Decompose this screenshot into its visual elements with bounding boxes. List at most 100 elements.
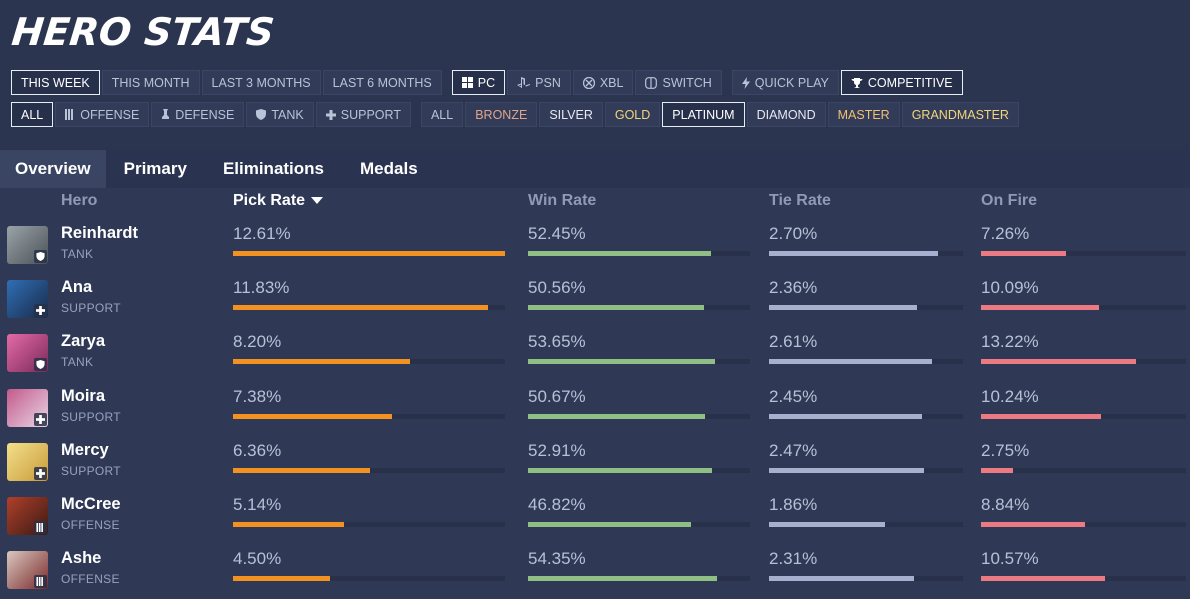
hero-name[interactable]: Zarya xyxy=(61,332,105,351)
filter-time-this-week-label: THIS WEEK xyxy=(21,75,90,90)
stat-pick-bar-fill xyxy=(233,413,393,419)
offense-icon xyxy=(34,575,47,589)
filter-rank-diamond[interactable]: DIAMOND xyxy=(746,102,826,127)
hero-name[interactable]: Mercy xyxy=(61,441,109,460)
table-row[interactable]: Reinhardt TANK 12.61% 52.45% 2.70% 7.26% xyxy=(0,224,1190,280)
filter-rank-platinum-label: PLATINUM xyxy=(672,107,735,122)
stat-tie-bar xyxy=(769,305,963,311)
filter-rank-grandmaster[interactable]: GRANDMASTER xyxy=(901,102,1019,127)
stat-win-bar-fill xyxy=(528,467,713,473)
stat-fire-bar xyxy=(981,359,1186,365)
stat-fire-value: 10.57% xyxy=(981,549,1039,569)
stat-win-value: 52.91% xyxy=(528,440,586,460)
plus-icon xyxy=(34,466,47,480)
tab-overview[interactable]: Overview xyxy=(0,150,106,188)
tab-eliminations[interactable]: Eliminations xyxy=(205,150,342,188)
stat-tie-value: 2.31% xyxy=(769,549,818,569)
filter-role-offense[interactable]: OFFENSE xyxy=(55,102,150,127)
stat-fire-bar-fill xyxy=(981,251,1067,256)
stat-pick-bar-fill xyxy=(233,522,344,527)
stat-tie-bar-fill xyxy=(769,305,917,311)
stat-tie-bar-fill xyxy=(769,576,914,582)
filter-platform-xbl[interactable]: XBL xyxy=(572,70,634,95)
filter-time-this-week[interactable]: THIS WEEK xyxy=(11,70,100,95)
filter-platform-switch[interactable]: SWITCH xyxy=(635,70,722,95)
filter-mode-competitive-label: COMPETITIVE xyxy=(867,75,953,90)
page-title: HERO STATS xyxy=(9,10,277,54)
hero-name[interactable]: Reinhardt xyxy=(61,224,138,243)
stat-fire-bar xyxy=(981,522,1186,527)
stat-pick-bar-fill xyxy=(233,359,410,365)
stats-tabs: Overview Primary Eliminations Medals xyxy=(0,150,1190,188)
stat-tie-bar xyxy=(769,522,963,527)
table-row[interactable]: Zarya TANK 8.20% 53.65% 2.61% 13.22% xyxy=(0,332,1190,388)
filter-role-defense[interactable]: DEFENSE xyxy=(151,102,245,127)
column-header-hero[interactable]: Hero xyxy=(61,192,97,210)
filter-platform-psn[interactable]: PSN xyxy=(507,70,571,95)
hero-name[interactable]: Ana xyxy=(61,278,92,297)
stat-tie-value: 2.61% xyxy=(769,332,818,352)
filter-role-all-label: ALL xyxy=(21,107,44,122)
column-header-pick-rate[interactable]: Pick Rate xyxy=(233,192,324,210)
hero-name[interactable]: Moira xyxy=(61,387,105,406)
table-row[interactable]: Ashe OFFENSE 4.50% 54.35% 2.31% 10.57% xyxy=(0,549,1190,599)
offense-icon xyxy=(34,521,47,534)
stat-pick-bar-fill xyxy=(233,576,331,582)
filter-rank-gold[interactable]: GOLD xyxy=(604,102,661,127)
hero-name[interactable]: Ashe xyxy=(61,549,101,568)
filter-rank-bronze[interactable]: BRONZE xyxy=(465,102,538,127)
table-row[interactable]: Moira SUPPORT 7.38% 50.67% 2.45% 10.24% xyxy=(0,387,1190,443)
stat-pick-bar xyxy=(233,576,505,582)
stat-pick-value: 6.36% xyxy=(233,440,282,460)
stat-fire-bar xyxy=(981,576,1186,582)
filter-mode-quick-play[interactable]: QUICK PLAY xyxy=(731,70,839,95)
filter-role-tank-label: TANK xyxy=(271,107,304,122)
filter-rank-all[interactable]: ALL xyxy=(420,102,464,127)
filter-rank-grandmaster-label: GRANDMASTER xyxy=(911,107,1009,122)
stat-win-bar-fill xyxy=(528,359,715,365)
filter-mode-competitive[interactable]: COMPETITIVE xyxy=(840,70,963,95)
hero-name[interactable]: McCree xyxy=(61,495,121,514)
stat-win-bar xyxy=(528,305,750,311)
column-header-tie-rate[interactable]: Tie Rate xyxy=(769,192,831,210)
stat-tie-value: 1.86% xyxy=(769,495,818,514)
filter-rank-platinum[interactable]: PLATINUM xyxy=(662,102,745,127)
filter-rank-master[interactable]: MASTER xyxy=(827,102,900,127)
filter-time-last-6-months[interactable]: LAST 6 MONTHS xyxy=(322,70,442,95)
column-header-win-rate[interactable]: Win Rate xyxy=(528,192,596,210)
defense-icon xyxy=(161,109,170,120)
filter-role-defense-label: DEFENSE xyxy=(175,107,235,122)
stat-fire-bar-fill xyxy=(981,305,1100,311)
filter-role-tank[interactable]: TANK xyxy=(246,102,314,127)
stat-fire-bar-fill xyxy=(981,413,1101,419)
filter-row-bottom: ALL OFFENSE DEFENSE TANK SUPPORT ALL BRONZE SI… xyxy=(11,102,1029,127)
stat-pick-bar-fill xyxy=(233,305,489,311)
column-header-on-fire[interactable]: On Fire xyxy=(981,192,1037,210)
lightning-icon xyxy=(741,76,750,89)
role-filter-group: ALL OFFENSE DEFENSE TANK SUPPORT xyxy=(11,102,413,127)
hero-role: SUPPORT xyxy=(61,463,121,478)
filter-role-support-label: SUPPORT xyxy=(340,107,401,122)
stat-win-bar-fill xyxy=(528,576,718,582)
stat-tie-value: 2.47% xyxy=(769,440,818,460)
stat-win-bar-fill xyxy=(528,305,705,311)
shield-icon xyxy=(34,250,47,263)
stat-fire-bar-fill xyxy=(981,576,1105,582)
filter-time-this-month[interactable]: THIS MONTH xyxy=(101,70,200,95)
stat-win-bar xyxy=(528,522,750,527)
filter-time-this-month-label: THIS MONTH xyxy=(111,75,190,90)
filter-time-last-3-months[interactable]: LAST 3 MONTHS xyxy=(201,70,321,95)
table-row[interactable]: Ana SUPPORT 11.83% 50.56% 2.36% 10.09% xyxy=(0,278,1190,334)
filter-role-all[interactable]: ALL xyxy=(11,102,54,127)
platform-filter-group: PC PSN XBL SWITCH xyxy=(451,70,724,95)
stat-pick-bar xyxy=(233,251,505,256)
hero-role: OFFENSE xyxy=(61,572,120,587)
table-row[interactable]: Mercy SUPPORT 6.36% 52.91% 2.47% 2.75% xyxy=(0,440,1190,497)
filter-platform-pc[interactable]: PC xyxy=(451,70,506,95)
filter-rank-silver[interactable]: SILVER xyxy=(539,102,603,127)
tab-medals[interactable]: Medals xyxy=(342,150,436,188)
filter-role-support[interactable]: SUPPORT xyxy=(315,102,411,127)
table-row[interactable]: McCree OFFENSE 5.14% 46.82% 1.86% 8.84% xyxy=(0,495,1190,551)
filter-rank-gold-label: GOLD xyxy=(614,107,651,122)
tab-primary[interactable]: Primary xyxy=(106,150,205,188)
